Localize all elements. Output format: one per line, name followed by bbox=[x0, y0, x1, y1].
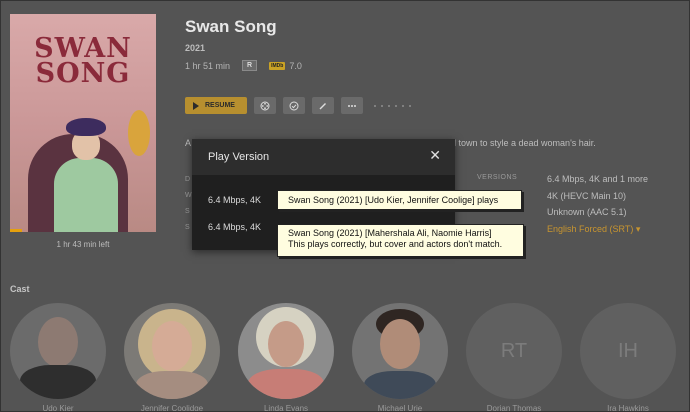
imdb-score: 7.0 bbox=[289, 60, 302, 71]
action-bar: RESUME bbox=[185, 97, 411, 114]
version-option[interactable]: 6.4 Mbps, 4K bbox=[208, 222, 261, 232]
detail-label: W bbox=[185, 192, 192, 199]
resume-label: RESUME bbox=[205, 102, 235, 109]
edit-pencil-icon[interactable] bbox=[312, 97, 334, 114]
avatar-body bbox=[248, 369, 324, 399]
poster-figure-body bbox=[54, 158, 118, 232]
summary-lead: A bbox=[185, 138, 192, 148]
poster-figure-hat bbox=[66, 118, 106, 136]
avatar-body bbox=[20, 365, 96, 399]
cast-heading: Cast bbox=[10, 284, 30, 294]
video-stream-value: 4K (HEVC Main 10) bbox=[547, 190, 627, 201]
versions-label: VERSIONS bbox=[477, 174, 518, 181]
movie-year[interactable]: 2021 bbox=[185, 43, 205, 53]
annotation-callout: Swan Song (2021) [Mahershala Ali, Naomie… bbox=[277, 224, 524, 257]
callout-text: Swan Song (2021) [Mahershala Ali, Naomie… bbox=[288, 228, 492, 238]
detail-label: D bbox=[185, 176, 191, 183]
pagination-dot bbox=[402, 104, 404, 107]
close-icon[interactable]: ✕ bbox=[429, 148, 441, 162]
subtitle-value: English Forced (SRT) bbox=[547, 223, 634, 234]
watch-progress-bar bbox=[10, 229, 22, 232]
pagination-dot bbox=[409, 104, 411, 107]
cast-name: Dorian Thomas bbox=[486, 404, 542, 412]
avatar-head bbox=[38, 317, 78, 367]
callout-text: This plays correctly, but cover and acto… bbox=[288, 239, 503, 249]
movie-title: Swan Song bbox=[185, 17, 277, 36]
cast-name: Udo Kier bbox=[42, 404, 74, 412]
avatar-body bbox=[136, 371, 208, 399]
resume-button[interactable]: RESUME bbox=[185, 97, 247, 114]
pagination-dot bbox=[395, 104, 397, 107]
poster-title: SWAN SONG bbox=[10, 35, 156, 89]
chevron-down-icon: ▾ bbox=[635, 223, 641, 234]
cast-member[interactable]: RT Dorian Thomas bbox=[466, 303, 562, 412]
detail-label: S bbox=[185, 208, 190, 215]
pagination-dots bbox=[374, 104, 411, 107]
audio-stream-value: Unknown (AAC 5.1) bbox=[547, 207, 627, 217]
avatar bbox=[10, 303, 106, 399]
avatar-head bbox=[380, 319, 420, 369]
movie-meta: 1 hr 51 min R IMDb 7.0 bbox=[185, 60, 302, 71]
cast-name: Jennifer Coolidge bbox=[140, 404, 204, 412]
subtitle-selector[interactable]: English Forced (SRT) ▾ bbox=[547, 221, 648, 238]
summary-tail: l town to style a dead woman's hair. bbox=[454, 138, 596, 148]
version-option[interactable]: 6.4 Mbps, 4K bbox=[208, 195, 261, 205]
modal-header: Play Version ✕ bbox=[192, 139, 455, 175]
content-rating-badge: R bbox=[242, 60, 258, 71]
avatar-head bbox=[268, 321, 304, 367]
cast-name: Ira Hawkins bbox=[607, 404, 649, 412]
annotation-callout: Swan Song (2021) [Udo Kier, Jennifer Coo… bbox=[277, 190, 522, 210]
modal-title: Play Version bbox=[208, 151, 270, 163]
movie-poster[interactable]: SWAN SONG bbox=[10, 14, 156, 232]
film-reel-icon[interactable] bbox=[254, 97, 276, 114]
pagination-dot bbox=[381, 104, 383, 107]
avatar-initials: IH bbox=[580, 303, 676, 399]
cast-name: Linda Evans bbox=[263, 404, 309, 412]
avatar-initials: RT bbox=[466, 303, 562, 399]
pagination-dot bbox=[388, 104, 390, 107]
poster-flowers bbox=[128, 110, 150, 156]
cast-name: Michael Urie bbox=[377, 404, 423, 412]
avatar-body bbox=[364, 371, 436, 399]
avatar bbox=[352, 303, 448, 399]
cast-member[interactable]: IH Ira Hawkins bbox=[580, 303, 676, 412]
cast-member[interactable]: Linda Evans bbox=[238, 303, 334, 412]
cast-member[interactable]: Michael Urie bbox=[352, 303, 448, 412]
version-selector[interactable]: 6.4 Mbps, 4K and 1 more bbox=[547, 171, 648, 188]
imdb-rating: IMDb 7.0 bbox=[269, 61, 302, 71]
more-dots-icon[interactable] bbox=[341, 97, 363, 114]
cast-list: Udo Kier Jennifer Coolidge Linda Evans M… bbox=[10, 303, 676, 412]
check-circle-icon[interactable] bbox=[283, 97, 305, 114]
poster-title-line2: SONG bbox=[35, 58, 131, 89]
play-icon bbox=[193, 101, 199, 110]
detail-label: S bbox=[185, 224, 190, 231]
cast-member[interactable]: Jennifer Coolidge bbox=[124, 303, 220, 412]
avatar-head bbox=[152, 321, 192, 371]
imdb-logo-icon: IMDb bbox=[269, 61, 286, 70]
avatar bbox=[124, 303, 220, 399]
movie-duration: 1 hr 51 min bbox=[185, 60, 231, 71]
versions-values: 6.4 Mbps, 4K and 1 more 4K (HEVC Main 10… bbox=[547, 171, 648, 237]
callout-text: Swan Song (2021) [Udo Kier, Jennifer Coo… bbox=[288, 195, 499, 205]
pagination-dot bbox=[374, 104, 376, 107]
avatar bbox=[238, 303, 334, 399]
cast-member[interactable]: Udo Kier bbox=[10, 303, 106, 412]
time-left-label: 1 hr 43 min left bbox=[56, 240, 110, 249]
details-labels: D W S S bbox=[185, 172, 192, 236]
